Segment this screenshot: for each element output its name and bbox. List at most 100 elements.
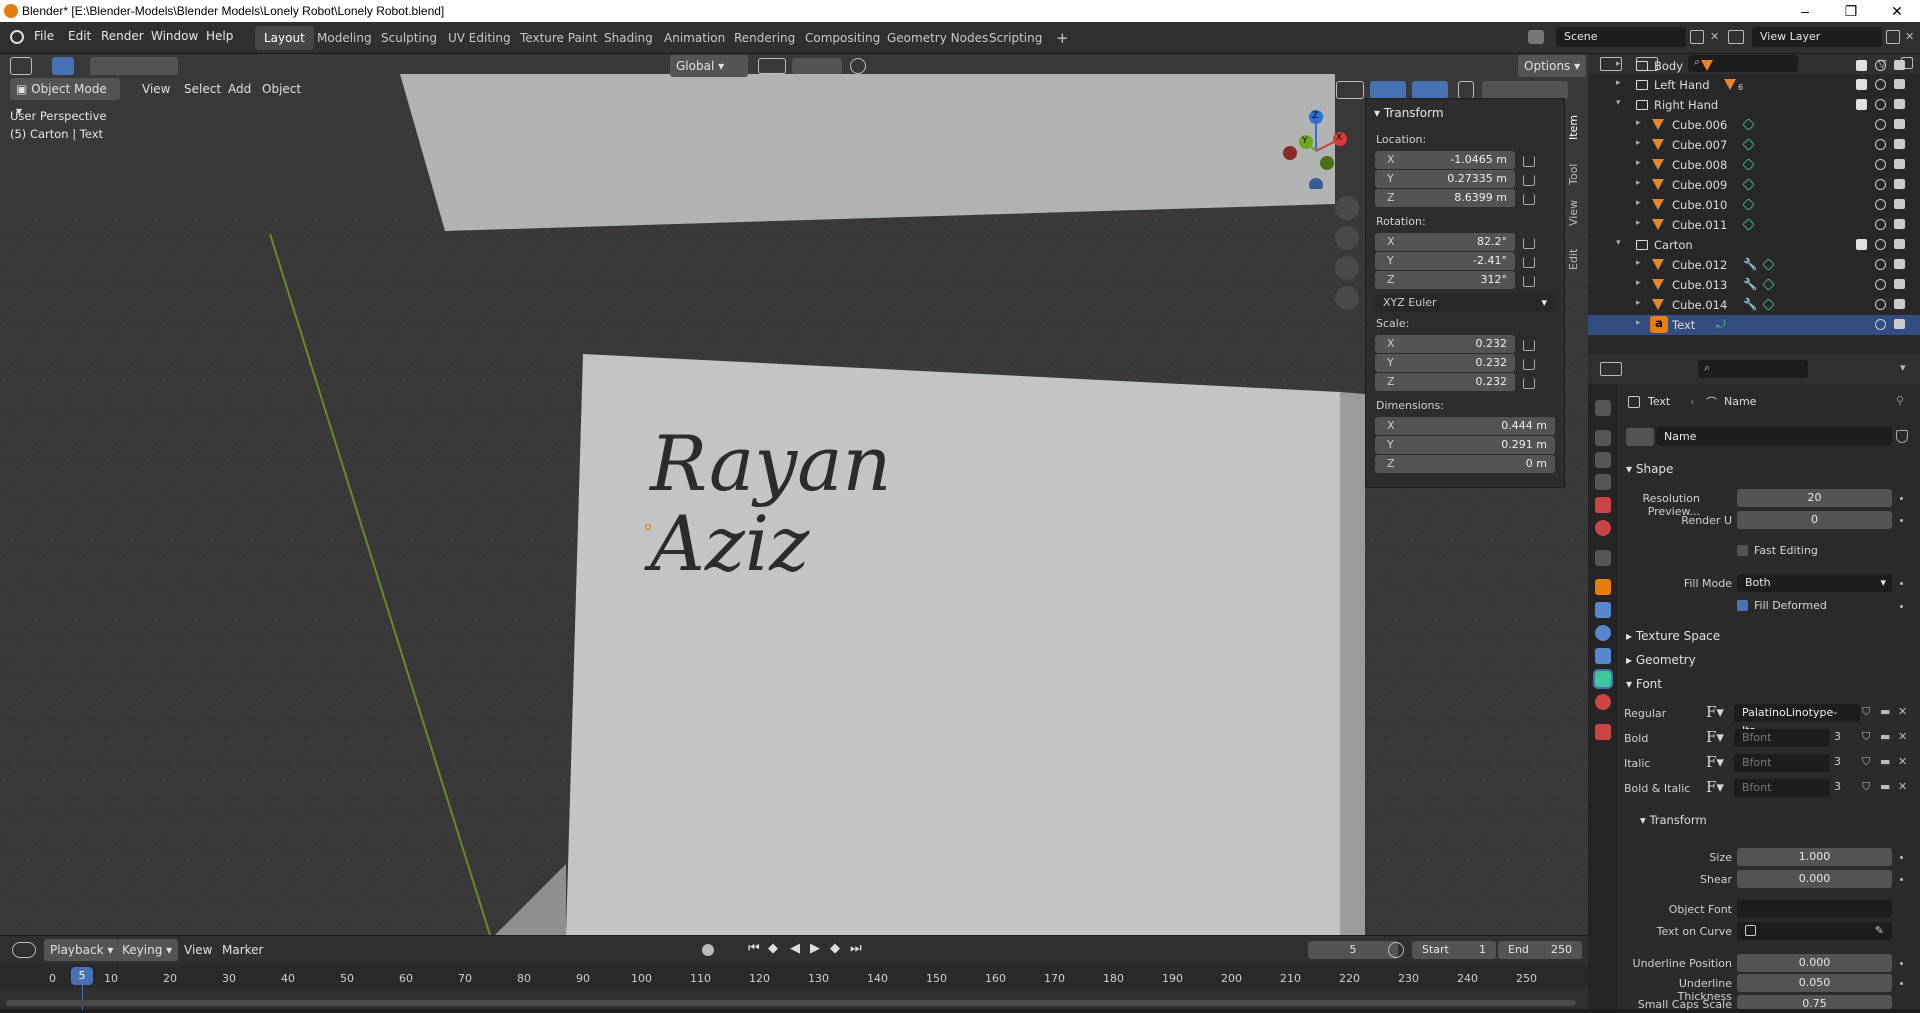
- exclude-checkbox[interactable]: [1856, 60, 1867, 71]
- bold-italic-font-field[interactable]: Bfont: [1734, 779, 1830, 797]
- modifier-tab-icon[interactable]: [1595, 602, 1611, 618]
- camera-icon[interactable]: [1894, 159, 1905, 169]
- location-x-field[interactable]: X -1.0465 m: [1375, 151, 1515, 169]
- view-layer-field[interactable]: View Layer: [1752, 27, 1882, 47]
- restore-icon[interactable]: ❐: [1828, 0, 1874, 22]
- timeline-view-menu[interactable]: View: [178, 939, 218, 961]
- scale-y-field[interactable]: Y 0.232: [1375, 354, 1515, 372]
- font-browse-icon[interactable]: F▾: [1706, 753, 1724, 771]
- scale-z-field[interactable]: Z 0.232: [1375, 373, 1515, 391]
- expand-arrow-icon[interactable]: ▸: [1636, 258, 1641, 268]
- datablock-name-field[interactable]: Name: [1656, 427, 1892, 446]
- scene-tab-icon[interactable]: [1595, 497, 1611, 513]
- outliner-row[interactable]: ▸ Cube.012 🔧: [1588, 255, 1920, 275]
- select-tool-icon[interactable]: [52, 57, 74, 75]
- properties-search-input[interactable]: ⌕: [1698, 360, 1808, 378]
- lock-icon[interactable]: [1523, 378, 1535, 389]
- animate-dot[interactable]: [1900, 519, 1903, 522]
- scene-name-field[interactable]: Scene: [1556, 27, 1686, 47]
- pin-icon[interactable]: ⚲: [1896, 394, 1904, 407]
- fill-deformed-checkbox[interactable]: [1737, 600, 1748, 611]
- collection-tab-icon[interactable]: [1595, 550, 1611, 566]
- object-font-field[interactable]: [1737, 900, 1892, 918]
- constraint-tab-icon[interactable]: [1595, 648, 1611, 664]
- exclude-checkbox[interactable]: [1856, 239, 1867, 250]
- camera-icon[interactable]: [1894, 199, 1905, 209]
- visibility-icon[interactable]: [1336, 81, 1364, 99]
- outliner-row[interactable]: ▸ Cube.014 🔧: [1588, 295, 1920, 315]
- camera-icon[interactable]: [1894, 179, 1905, 189]
- outliner-row[interactable]: ▸ Cube.011: [1588, 215, 1920, 235]
- rotation-mode-dropdown[interactable]: XYZ Euler ▾: [1375, 294, 1555, 312]
- sidebar-tab-item[interactable]: Item: [1567, 110, 1585, 140]
- eye-icon[interactable]: [1875, 319, 1886, 330]
- tab-scripting[interactable]: Scripting: [980, 26, 1051, 50]
- animate-dot[interactable]: [1900, 878, 1903, 881]
- rotation-z-field[interactable]: Z 312°: [1375, 271, 1515, 289]
- timeline-scrollbar[interactable]: [6, 1000, 1576, 1006]
- unlink-x-icon[interactable]: ✕: [1898, 755, 1907, 768]
- eye-icon[interactable]: [1875, 239, 1886, 250]
- size-field[interactable]: 1.000: [1737, 848, 1892, 866]
- fast-editing-checkbox[interactable]: [1737, 545, 1748, 556]
- menu-help[interactable]: Help: [206, 29, 233, 43]
- lock-icon[interactable]: [1523, 257, 1535, 268]
- physics-tab-icon[interactable]: [1595, 625, 1611, 641]
- end-frame-field[interactable]: End 250: [1498, 941, 1582, 959]
- close-icon[interactable]: ✕: [1874, 0, 1920, 22]
- view-layer-icon[interactable]: [1728, 30, 1744, 44]
- camera-icon[interactable]: [1894, 299, 1905, 309]
- eye-icon[interactable]: [1875, 259, 1886, 270]
- snap-toggle-icon[interactable]: [792, 58, 842, 74]
- zoom-icon[interactable]: [1335, 196, 1359, 220]
- lock-icon[interactable]: [1523, 340, 1535, 351]
- expand-arrow-icon[interactable]: ▸: [1616, 59, 1621, 69]
- camera-icon[interactable]: [1894, 139, 1905, 149]
- object-tab-icon[interactable]: [1595, 579, 1611, 595]
- location-z-field[interactable]: Z 8.6399 m: [1375, 189, 1515, 207]
- tool-tab-icon[interactable]: [1595, 400, 1611, 416]
- viewport-menu-object[interactable]: Object: [256, 78, 307, 100]
- outliner-row[interactable]: ▸ Cube.009: [1588, 175, 1920, 195]
- resolution-preview-field[interactable]: 20: [1737, 489, 1892, 507]
- expand-arrow-icon[interactable]: ▸: [1636, 158, 1641, 168]
- tab-rendering[interactable]: Rendering: [725, 26, 804, 50]
- lock-icon[interactable]: [1523, 156, 1535, 167]
- outliner-row[interactable]: ▸ Cube.013 🔧: [1588, 275, 1920, 295]
- keying-menu[interactable]: Keying ▾: [116, 939, 179, 961]
- eye-icon[interactable]: [1875, 179, 1886, 190]
- expand-arrow-icon[interactable]: ▸: [1616, 78, 1621, 88]
- eye-icon[interactable]: [1875, 60, 1886, 71]
- fake-user-shield-icon[interactable]: [1896, 430, 1908, 443]
- expand-arrow-icon[interactable]: ▸: [1636, 278, 1641, 288]
- eye-icon[interactable]: [1875, 119, 1886, 130]
- prev-keyframe-icon[interactable]: ◆: [768, 941, 778, 956]
- tab-sculpting[interactable]: Sculpting: [372, 26, 446, 50]
- datablock-browse-icon[interactable]: [1626, 428, 1654, 446]
- timeline-marker-menu[interactable]: Marker: [216, 939, 269, 961]
- animate-dot[interactable]: [1900, 497, 1903, 500]
- options-dropdown[interactable]: Options ▾: [1518, 55, 1587, 77]
- texture-tab-icon[interactable]: [1595, 724, 1611, 740]
- shape-panel-header[interactable]: ▾ Shape: [1626, 462, 1673, 476]
- 3d-viewport[interactable]: Rayan Aziz Global ▾ Options ▾ ▣ Object M…: [0, 54, 1588, 935]
- expand-arrow-icon[interactable]: ▸: [1636, 178, 1641, 188]
- expand-arrow-icon[interactable]: ▸: [1636, 118, 1641, 128]
- overlay-toggle-icon[interactable]: [1412, 81, 1448, 99]
- outliner-row[interactable]: ▾ Right Hand: [1588, 95, 1920, 115]
- font-transform-subpanel-header[interactable]: ▾ Transform: [1640, 813, 1707, 827]
- italic-font-field[interactable]: Bfont: [1734, 754, 1830, 772]
- camera-icon[interactable]: [1894, 79, 1905, 89]
- jump-start-icon[interactable]: ⏮: [748, 941, 760, 956]
- selection-mode-buttons[interactable]: [90, 57, 178, 75]
- lock-icon[interactable]: [1523, 238, 1535, 249]
- navigation-gizmo[interactable]: Z Y X: [1278, 109, 1358, 192]
- lock-icon[interactable]: [1523, 194, 1535, 205]
- rotation-y-field[interactable]: Y -2.41°: [1375, 252, 1515, 270]
- next-keyframe-icon[interactable]: ◆: [830, 941, 840, 956]
- camera-icon[interactable]: [1894, 319, 1905, 329]
- expand-arrow-icon[interactable]: ▸: [1636, 318, 1641, 328]
- unlink-x-icon[interactable]: ✕: [1898, 780, 1907, 793]
- folder-icon[interactable]: ▬: [1880, 730, 1890, 743]
- collapse-arrow-icon[interactable]: ▾: [1616, 238, 1621, 248]
